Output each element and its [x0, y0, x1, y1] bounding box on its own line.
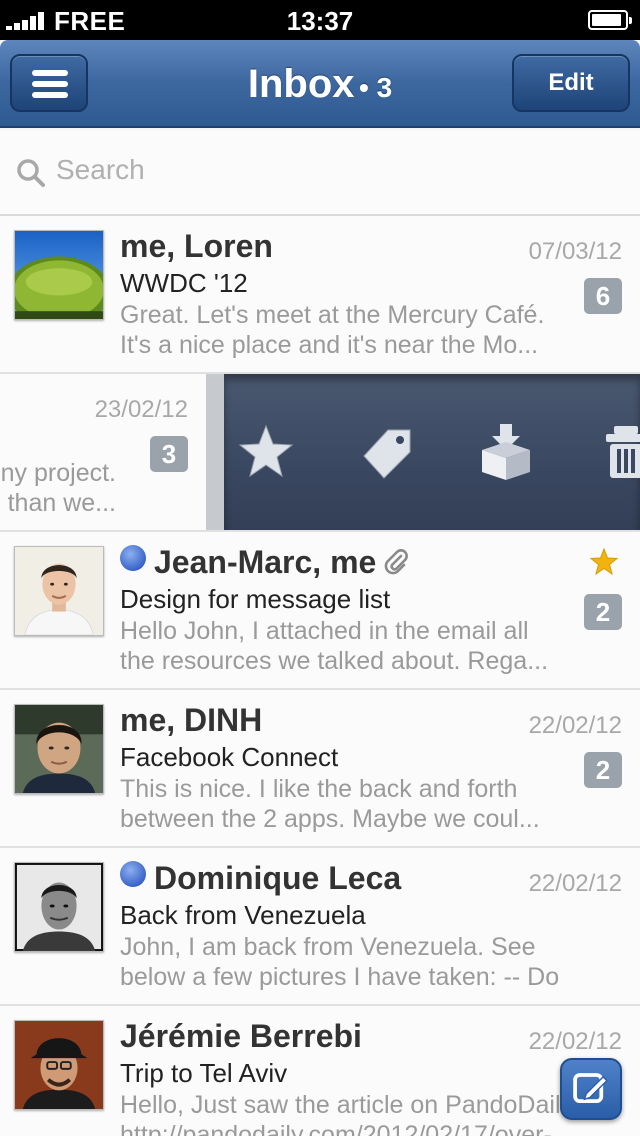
archive-icon[interactable]	[476, 422, 536, 482]
message-preview: John, I am back from Venezuela. See belo…	[120, 933, 560, 991]
compose-icon	[573, 1073, 608, 1104]
message-preview: This is nice. I like the back and forth …	[120, 775, 540, 833]
avatar	[14, 546, 104, 636]
unread-indicator	[120, 861, 146, 887]
status-time: 13:37	[286, 6, 354, 36]
message-date: 22/02/12	[528, 1028, 622, 1055]
message-subject: Back from Venezuela	[120, 900, 366, 930]
star-icon[interactable]	[236, 422, 296, 482]
message-sender: Jean-Marc, me	[120, 544, 410, 581]
search-bar[interactable]: Search	[0, 130, 640, 216]
thread-count-badge: 2	[584, 594, 622, 630]
message-date: 23/02/12	[94, 396, 188, 423]
attachment-icon	[384, 549, 409, 575]
message-subject: Facebook Connect	[120, 742, 339, 772]
star-icon[interactable]	[590, 548, 618, 576]
search-input[interactable]: Search	[56, 154, 145, 186]
message-row-content[interactable]: 23/02/12 3 ny project. than we...	[0, 374, 206, 530]
tag-icon[interactable]	[356, 422, 416, 482]
message-row[interactable]: me, Loren 07/03/12 WWDC '12 Great. Let's…	[0, 216, 640, 374]
message-preview: ny project. than we...	[0, 459, 116, 517]
message-preview: Hello, Just saw the article on PandoDail…	[120, 1091, 560, 1136]
unread-count: • 3	[358, 72, 393, 103]
message-subject: WWDC '12	[120, 268, 248, 298]
avatar	[14, 862, 104, 952]
battery-icon	[588, 10, 632, 30]
avatar	[14, 1020, 104, 1110]
unread-indicator	[120, 545, 146, 571]
navigation-bar: Inbox • 3 Edit	[0, 40, 640, 163]
message-row[interactable]: Jérémie Berrebi 22/02/12 Trip to Tel Avi…	[0, 1006, 640, 1136]
swipe-actions	[224, 374, 640, 530]
message-sender: me, Loren	[120, 228, 273, 264]
message-subject: Trip to Tel Aviv	[120, 1058, 288, 1088]
message-date: 07/03/12	[528, 238, 622, 265]
message-preview: Great. Let's meet at the Mercury Café. I…	[120, 301, 545, 359]
message-sender: Jérémie Berrebi	[120, 1018, 362, 1054]
message-sender: Dominique Leca	[120, 860, 401, 897]
thread-count-badge: 6	[584, 278, 622, 314]
message-subject: Design for message list	[120, 584, 391, 614]
edit-button[interactable]: Edit	[512, 54, 630, 112]
message-preview: Hello John, I attached in the email all …	[120, 617, 549, 675]
compose-button[interactable]	[560, 1058, 622, 1120]
message-row[interactable]: me, DINH 22/02/12 Facebook Connect This …	[0, 690, 640, 848]
thread-count-badge: 3	[150, 436, 188, 472]
avatar	[14, 230, 104, 320]
message-sender: me, DINH	[120, 702, 263, 738]
thread-count-badge: 2	[584, 752, 622, 788]
message-date: 22/02/12	[528, 712, 622, 739]
message-row[interactable]: Jean-Marc, me Design for message list He…	[0, 532, 640, 690]
message-date: 22/02/12	[528, 870, 622, 897]
status-bar: FREE 13:37	[0, 0, 640, 40]
swipe-divider	[206, 374, 224, 530]
message-row-swiped[interactable]: 23/02/12 3 ny project. than we...	[0, 374, 640, 532]
message-row[interactable]: Dominique Leca 22/02/12 Back from Venezu…	[0, 848, 640, 1006]
search-icon	[17, 159, 45, 187]
avatar	[14, 704, 104, 794]
inbox-title: Inbox	[247, 62, 355, 106]
trash-icon[interactable]	[596, 422, 640, 482]
